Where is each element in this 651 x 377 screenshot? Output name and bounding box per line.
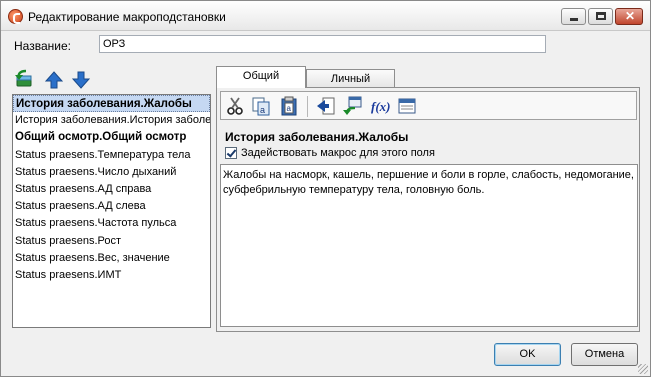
list-item[interactable]: История заболевания.Жалобы [13,95,210,113]
copy-icon[interactable]: a [251,96,271,116]
svg-text:a: a [287,104,292,113]
undo-icon[interactable] [14,68,34,88]
move-up-icon[interactable] [44,70,64,90]
enable-macro-row[interactable]: Задействовать макрос для этого поля [225,146,435,160]
list-item[interactable]: Status praesens.Вес, значение [13,250,210,267]
window-title: Редактирование макроподстановки [28,10,226,24]
dialog-window: Редактирование макроподстановки ✕ Назван… [0,0,651,377]
list-item[interactable]: Status praesens.АД слева [13,198,210,215]
tab-general[interactable]: Общий [216,66,306,88]
name-input[interactable] [99,35,546,53]
close-icon: ✕ [625,9,636,23]
svg-text:a: a [260,105,265,115]
window-form-icon[interactable] [397,96,417,116]
app-icon [8,9,23,24]
toolbar-separator [307,96,308,117]
list-item[interactable]: Status praesens.Рост [13,233,210,250]
insert-field-icon[interactable] [316,96,336,116]
macro-text-area[interactable]: Жалобы на насморк, кашель, першение и бо… [220,164,638,327]
list-item[interactable]: Общий осмотр.Общий осмотр [13,129,210,146]
maximize-button[interactable] [588,8,613,25]
enable-macro-checkbox[interactable] [225,147,237,159]
enable-macro-label: Задействовать макрос для этого поля [241,147,435,159]
tab-personal[interactable]: Личный [306,69,395,89]
minimize-icon [570,18,578,21]
list-item[interactable]: История заболевания.История заболев... [13,112,210,129]
insert-value-icon[interactable] [343,96,363,116]
resize-grip[interactable] [638,364,648,374]
list-item[interactable]: Status praesens.ИМТ [13,267,210,284]
svg-text:f(x): f(x) [371,99,391,114]
cut-icon[interactable] [225,96,245,116]
name-label: Название: [14,39,71,53]
list-item[interactable]: Status praesens.Температура тела [13,147,210,164]
function-icon[interactable]: f(x) [371,96,391,116]
cancel-button[interactable]: Отмена [571,343,638,366]
title-bar[interactable]: Редактирование макроподстановки ✕ [1,1,650,31]
macro-title: История заболевания.Жалобы [225,130,409,144]
paste-icon[interactable]: a [279,96,299,116]
list-item[interactable]: Status praesens.Частота пульса [13,215,210,232]
list-item[interactable]: Status praesens.АД справа [13,181,210,198]
list-item[interactable]: Status praesens.Число дыханий [13,164,210,181]
ok-button[interactable]: OK [494,343,561,366]
minimize-button[interactable] [561,8,586,25]
macro-list[interactable]: История заболевания.Жалобы История забол… [12,94,211,328]
move-down-icon[interactable] [71,70,91,90]
maximize-icon [596,12,606,20]
close-button[interactable]: ✕ [615,8,643,25]
editor-toolbar: a a f(x) [220,91,637,120]
